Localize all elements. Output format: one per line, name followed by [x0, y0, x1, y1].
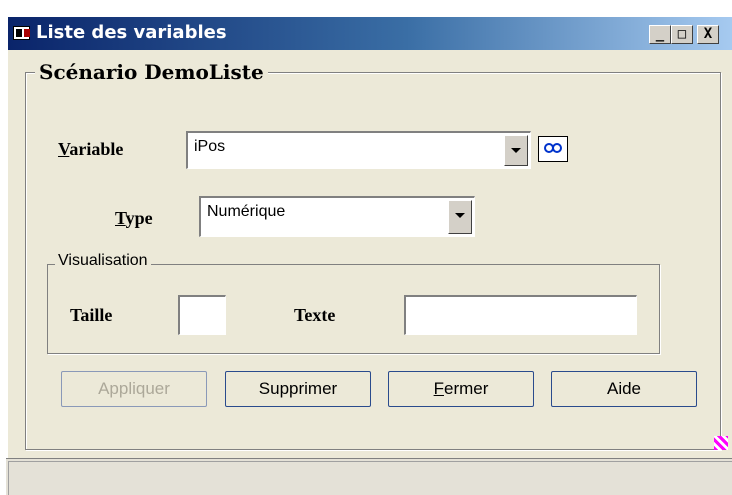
binoculars-lens-right	[552, 143, 562, 153]
taille-input[interactable]	[178, 295, 226, 335]
type-label-accesskey: T	[115, 208, 126, 228]
type-combobox[interactable]: Numérique	[199, 196, 475, 237]
scenario-legend: Scénario DemoListe	[35, 60, 268, 84]
texte-input[interactable]	[404, 295, 637, 335]
taille-label: Taille	[70, 305, 113, 325]
close-button[interactable]: X	[697, 25, 719, 44]
window-title: Liste des variables	[36, 22, 227, 43]
variable-value: iPos	[194, 138, 226, 155]
close-dialog-label-rest: ermer	[443, 379, 489, 398]
type-label-rest: ype	[125, 208, 153, 228]
minimize-button[interactable]: _	[649, 25, 671, 44]
chevron-down-icon[interactable]	[448, 200, 472, 234]
type-label: Type	[115, 208, 153, 229]
app-window-icon[interactable]	[13, 26, 30, 40]
maximize-button[interactable]: □	[671, 25, 693, 44]
variable-label: Variable	[58, 139, 123, 160]
variable-label-rest: ariable	[69, 139, 124, 159]
texte-label: Texte	[294, 305, 336, 325]
visualisation-legend: Visualisation	[55, 252, 151, 270]
variable-label-accesskey: V	[58, 139, 70, 159]
chevron-down-icon[interactable]	[504, 135, 528, 166]
status-bar	[6, 458, 732, 495]
help-button[interactable]: Aide	[551, 371, 697, 407]
apply-button[interactable]: Appliquer	[61, 371, 207, 407]
delete-button[interactable]: Supprimer	[225, 371, 371, 407]
title-bar[interactable]: Liste des variables _ □ X	[8, 17, 732, 50]
resize-grip-icon[interactable]	[714, 436, 728, 450]
close-dialog-button[interactable]: Fermer	[388, 371, 534, 407]
binoculars-icon[interactable]	[538, 136, 568, 162]
close-dialog-accesskey: F	[433, 379, 444, 398]
type-value: Numérique	[207, 203, 286, 220]
variable-combobox[interactable]: iPos	[186, 131, 531, 169]
